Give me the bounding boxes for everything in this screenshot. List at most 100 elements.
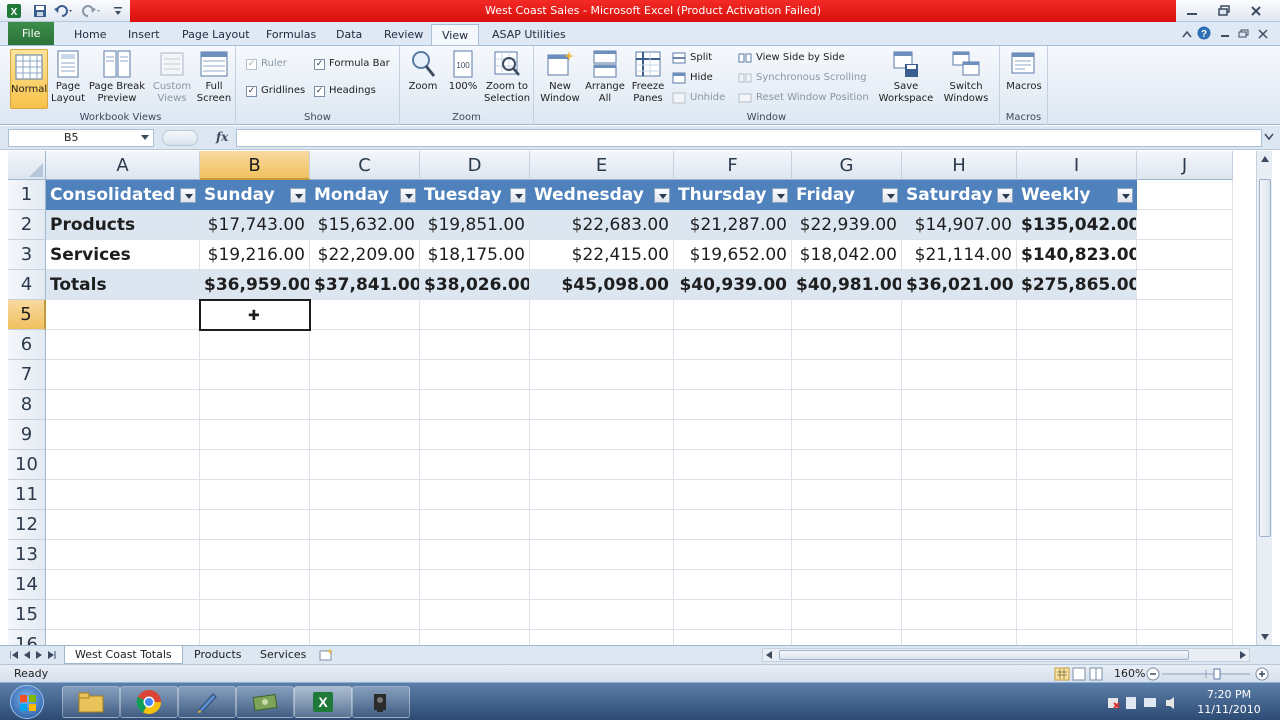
tab-review[interactable]: Review [374,24,433,45]
cell-f6[interactable] [674,330,792,360]
system-tray-icons[interactable] [1106,695,1186,711]
cell-f7[interactable] [674,360,792,390]
cell-d8[interactable] [420,390,530,420]
cell-h9[interactable] [902,420,1017,450]
cell-f10[interactable] [674,450,792,480]
cell-i7[interactable] [1017,360,1137,390]
cell-f9[interactable] [674,420,792,450]
insert-sheet-icon[interactable] [318,648,336,662]
filter-dropdown-icon[interactable] [510,188,526,203]
cell-b10[interactable] [200,450,310,480]
cell-b11[interactable] [200,480,310,510]
scroll-up-icon[interactable] [1261,156,1269,162]
cell-d10[interactable] [420,450,530,480]
split-button[interactable]: Split [672,50,712,66]
doc-restore-icon[interactable] [1236,26,1250,42]
filter-dropdown-icon[interactable] [772,188,788,203]
row-label-cell[interactable]: Services [46,240,200,270]
cell-e10[interactable] [530,450,674,480]
tab-view[interactable]: View [431,24,480,46]
cell-f13[interactable] [674,540,792,570]
cell-i5[interactable] [1017,300,1137,330]
row-header-13[interactable]: 13 [8,540,46,570]
value-cell[interactable]: $36,021.00 [902,270,1017,300]
cell-h16[interactable] [902,630,1017,645]
custom-views-button[interactable]: Custom Views [152,49,192,109]
sheet-tab-products[interactable]: Products [184,646,252,664]
cell-e5[interactable] [530,300,674,330]
row-header-8[interactable]: 8 [8,390,46,420]
cell-e11[interactable] [530,480,674,510]
cell-b6[interactable] [200,330,310,360]
cell-d5[interactable] [420,300,530,330]
cell-a15[interactable] [46,600,200,630]
cell-a14[interactable] [46,570,200,600]
minimize-icon[interactable] [1180,2,1204,19]
cell-f11[interactable] [674,480,792,510]
tab-asap-utilities[interactable]: ASAP Utilities [482,24,576,45]
insert-function-button[interactable]: fx [216,130,228,144]
cell-j2[interactable] [1137,210,1233,240]
cell-c8[interactable] [310,390,420,420]
row-header-5[interactable]: 5 [8,300,46,330]
value-cell[interactable]: $14,907.00 [902,210,1017,240]
zoom-slider[interactable] [1146,667,1270,681]
filter-dropdown-icon[interactable] [180,188,196,203]
cell-i15[interactable] [1017,600,1137,630]
cell-a10[interactable] [46,450,200,480]
cell-d12[interactable] [420,510,530,540]
arrange-all-button[interactable]: Arrange All [584,49,626,109]
filter-dropdown-icon[interactable] [997,188,1013,203]
cell-d9[interactable] [420,420,530,450]
table-header-cell[interactable]: Wednesday [530,180,674,210]
cell-d7[interactable] [420,360,530,390]
cell-i10[interactable] [1017,450,1137,480]
cell-j1[interactable] [1137,180,1233,210]
value-cell[interactable]: $275,865.00 [1017,270,1137,300]
cell-e12[interactable] [530,510,674,540]
cell-j5[interactable] [1137,300,1233,330]
cell-a9[interactable] [46,420,200,450]
cell-j11[interactable] [1137,480,1233,510]
freeze-panes-button[interactable]: Freeze Panes [628,49,668,109]
save-icon[interactable] [32,3,48,19]
cell-g10[interactable] [792,450,902,480]
column-header-c[interactable]: C [310,151,420,180]
filter-dropdown-icon[interactable] [882,188,898,203]
cell-g5[interactable] [792,300,902,330]
value-cell[interactable]: $45,098.00 [530,270,674,300]
cell-c9[interactable] [310,420,420,450]
cell-d11[interactable] [420,480,530,510]
cell-g6[interactable] [792,330,902,360]
cell-b12[interactable] [200,510,310,540]
cell-h12[interactable] [902,510,1017,540]
row-header-1[interactable]: 1 [8,180,46,210]
row-header-2[interactable]: 2 [8,210,46,240]
table-header-cell[interactable]: Saturday [902,180,1017,210]
start-button[interactable] [10,685,44,719]
cell-b8[interactable] [200,390,310,420]
close-icon[interactable] [1244,2,1268,19]
column-header-f[interactable]: F [674,151,792,180]
row-header-11[interactable]: 11 [8,480,46,510]
vertical-scrollbar[interactable] [1256,151,1272,645]
doc-close-icon[interactable] [1256,26,1270,42]
cell-i16[interactable] [1017,630,1137,645]
taskbar-recorder[interactable] [352,686,410,718]
cell-d15[interactable] [420,600,530,630]
gridlines-checkbox[interactable]: ✓ Gridlines [246,83,305,99]
horizontal-scrollbar[interactable] [762,648,1250,662]
cell-g7[interactable] [792,360,902,390]
cell-i13[interactable] [1017,540,1137,570]
row-header-7[interactable]: 7 [8,360,46,390]
redo-icon[interactable] [80,3,104,19]
cell-j8[interactable] [1137,390,1233,420]
cell-j6[interactable] [1137,330,1233,360]
cell-e13[interactable] [530,540,674,570]
cell-c5[interactable] [310,300,420,330]
cell-j10[interactable] [1137,450,1233,480]
cell-g14[interactable] [792,570,902,600]
cell-f8[interactable] [674,390,792,420]
cell-f14[interactable] [674,570,792,600]
value-cell[interactable]: $18,042.00 [792,240,902,270]
